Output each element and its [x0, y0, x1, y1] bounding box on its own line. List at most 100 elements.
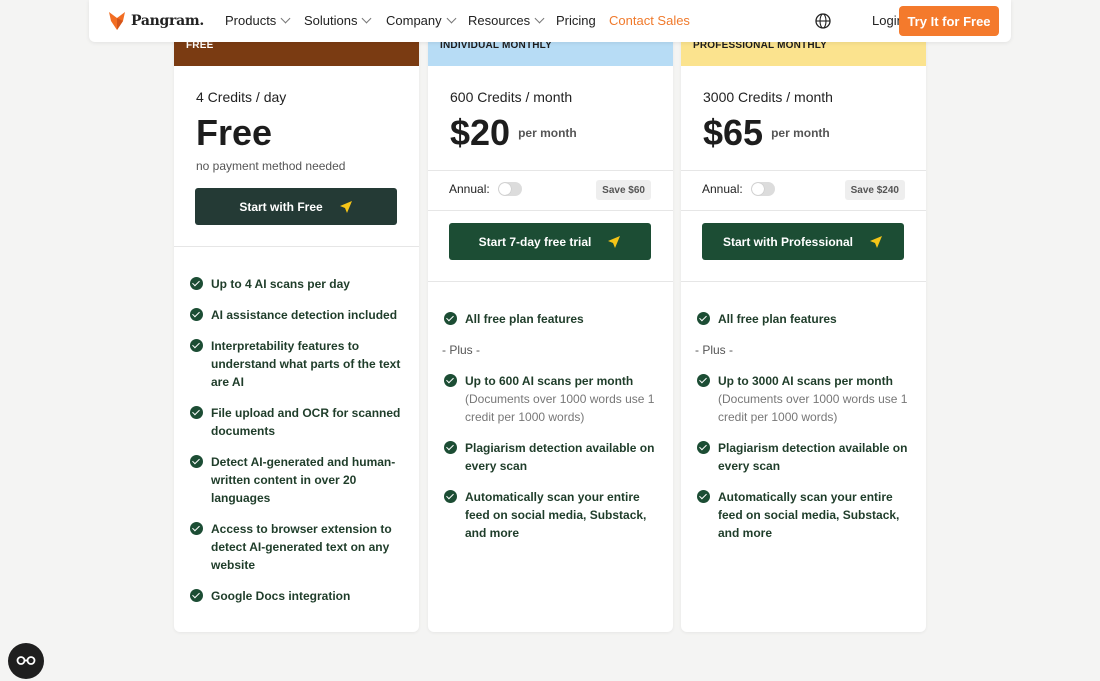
check-circle-icon — [190, 589, 203, 602]
nav-resources-label: Resources — [468, 13, 531, 28]
divider — [681, 170, 926, 171]
start-trial-label: Start 7-day free trial — [478, 234, 592, 249]
chevron-down-icon — [280, 13, 291, 24]
feature-item: Up to 4 AI scans per day — [190, 275, 405, 293]
nav-company[interactable]: Company — [386, 13, 457, 28]
brand-logo[interactable]: Pangram. — [109, 12, 204, 30]
annual-label: Annual: — [449, 182, 490, 196]
try-free-button[interactable]: Try It for Free — [899, 6, 999, 36]
plan-card-professional: PROFESSIONAL MONTHLY 3000 Credits / mont… — [681, 0, 926, 632]
nav-solutions[interactable]: Solutions — [304, 13, 372, 28]
annual-toggle[interactable] — [750, 182, 775, 196]
check-circle-icon — [444, 374, 457, 387]
feature-item: AI assistance detection included — [190, 306, 405, 324]
plus-separator: - Plus - — [442, 343, 481, 357]
glasses-icon — [16, 656, 36, 665]
check-circle-icon — [697, 312, 710, 325]
plan-price: $20 per month — [450, 112, 577, 154]
plan-credits: 4 Credits / day — [196, 89, 287, 105]
nav-products[interactable]: Products — [225, 13, 291, 28]
chevron-down-icon — [534, 13, 545, 24]
feature-list: Up to 4 AI scans per day AI assistance d… — [190, 275, 405, 618]
feature-item: Plagiarism detection available on every … — [444, 439, 659, 475]
start-free-button[interactable]: Start with Free — [195, 188, 397, 225]
check-circle-icon — [444, 441, 457, 454]
feature-item: Up to 3000 AI scans per month (Documents … — [697, 372, 912, 426]
feature-scans-note: (Documents over 1000 words use 1 credit … — [718, 392, 908, 424]
divider — [174, 246, 419, 247]
feature-text: Up to 3000 AI scans per month (Documents … — [718, 372, 912, 426]
check-circle-icon — [190, 455, 203, 468]
feature-text: AI assistance detection included — [211, 308, 398, 322]
start-free-label: Start with Free — [239, 199, 323, 214]
start-trial-button[interactable]: Start 7-day free trial — [449, 223, 651, 260]
feature-text: Plagiarism detection available on every … — [718, 441, 908, 473]
feature-text: Interpretability features to understand … — [211, 339, 401, 389]
feature-text: Automatically scan your entire feed on s… — [465, 490, 647, 540]
annual-toggle[interactable] — [497, 182, 522, 196]
annual-toggle-row: Annual: — [702, 182, 775, 196]
check-circle-icon — [190, 406, 203, 419]
chevron-down-icon — [362, 13, 372, 24]
plan-note: no payment method needed — [196, 159, 346, 173]
check-circle-icon — [190, 277, 203, 290]
feature-item: Up to 600 AI scans per month (Documents o… — [444, 372, 659, 426]
plan-credits: 3000 Credits / month — [703, 89, 833, 105]
feature-text: Detect AI-generated and human-written co… — [211, 455, 396, 505]
plan-price: $65 per month — [703, 112, 830, 154]
feature-item: Detect AI-generated and human-written co… — [190, 453, 405, 507]
save-badge: Save $60 — [596, 180, 651, 200]
plan-card-individual: INDIVIDUAL MONTHLY 600 Credits / month $… — [428, 0, 673, 632]
feature-item: All free plan features — [444, 310, 659, 328]
nav-contact-sales[interactable]: Contact Sales — [609, 13, 690, 28]
feature-text: Automatically scan your entire feed on s… — [718, 490, 900, 540]
check-circle-icon — [697, 490, 710, 503]
brand-name: Pangram. — [131, 13, 204, 29]
feature-text: Google Docs integration — [211, 589, 351, 603]
floating-glasses-button[interactable] — [8, 643, 44, 679]
feature-list: All free plan features - Plus - Up to 60… — [442, 310, 659, 555]
plan-credits: 600 Credits / month — [450, 89, 573, 105]
feature-item: Automatically scan your entire feed on s… — [444, 488, 659, 542]
nav-pricing[interactable]: Pricing — [556, 13, 596, 28]
nav-resources[interactable]: Resources — [468, 13, 545, 28]
top-navbar: Pangram. Products Solutions Company Reso… — [89, 0, 1011, 42]
globe-icon[interactable] — [815, 13, 831, 29]
paper-plane-arrow-icon — [608, 235, 621, 248]
feature-item: All free plan features — [697, 310, 912, 328]
nav-solutions-label: Solutions — [304, 13, 358, 28]
feature-text: Up to 600 AI scans per month (Documents o… — [465, 372, 659, 426]
nav-products-label: Products — [225, 13, 277, 28]
feature-item: Google Docs integration — [190, 587, 405, 605]
plan-price-value: $65 — [703, 112, 764, 153]
plan-price-unit: per month — [518, 126, 577, 140]
paper-plane-arrow-icon — [870, 235, 883, 248]
feature-text: Up to 4 AI scans per day — [211, 277, 350, 291]
feature-list: All free plan features - Plus - Up to 30… — [695, 310, 912, 555]
feature-text: Plagiarism detection available on every … — [465, 441, 655, 473]
check-circle-icon — [190, 339, 203, 352]
start-professional-button[interactable]: Start with Professional — [702, 223, 904, 260]
check-circle-icon — [697, 374, 710, 387]
plan-card-free: FREE 4 Credits / day Free no payment met… — [174, 0, 419, 632]
divider — [681, 210, 926, 211]
feature-text: Access to browser extension to detect AI… — [211, 522, 392, 572]
check-circle-icon — [697, 441, 710, 454]
check-circle-icon — [190, 308, 203, 321]
nav-contact-sales-label: Contact Sales — [609, 13, 690, 28]
plan-price-value: $20 — [450, 112, 511, 153]
divider — [428, 210, 673, 211]
feature-text: All free plan features — [465, 312, 584, 326]
feature-item: Access to browser extension to detect AI… — [190, 520, 405, 574]
divider — [428, 281, 673, 282]
check-circle-icon — [190, 522, 203, 535]
feature-scans-title: Up to 3000 AI scans per month — [718, 374, 893, 388]
start-professional-label: Start with Professional — [722, 234, 854, 249]
nav-company-label: Company — [386, 13, 442, 28]
annual-toggle-row: Annual: — [449, 182, 522, 196]
fox-logo-icon — [109, 12, 125, 30]
nav-pricing-label: Pricing — [556, 13, 596, 28]
feature-item: Automatically scan your entire feed on s… — [697, 488, 912, 542]
feature-item: Interpretability features to understand … — [190, 337, 405, 391]
check-circle-icon — [444, 490, 457, 503]
